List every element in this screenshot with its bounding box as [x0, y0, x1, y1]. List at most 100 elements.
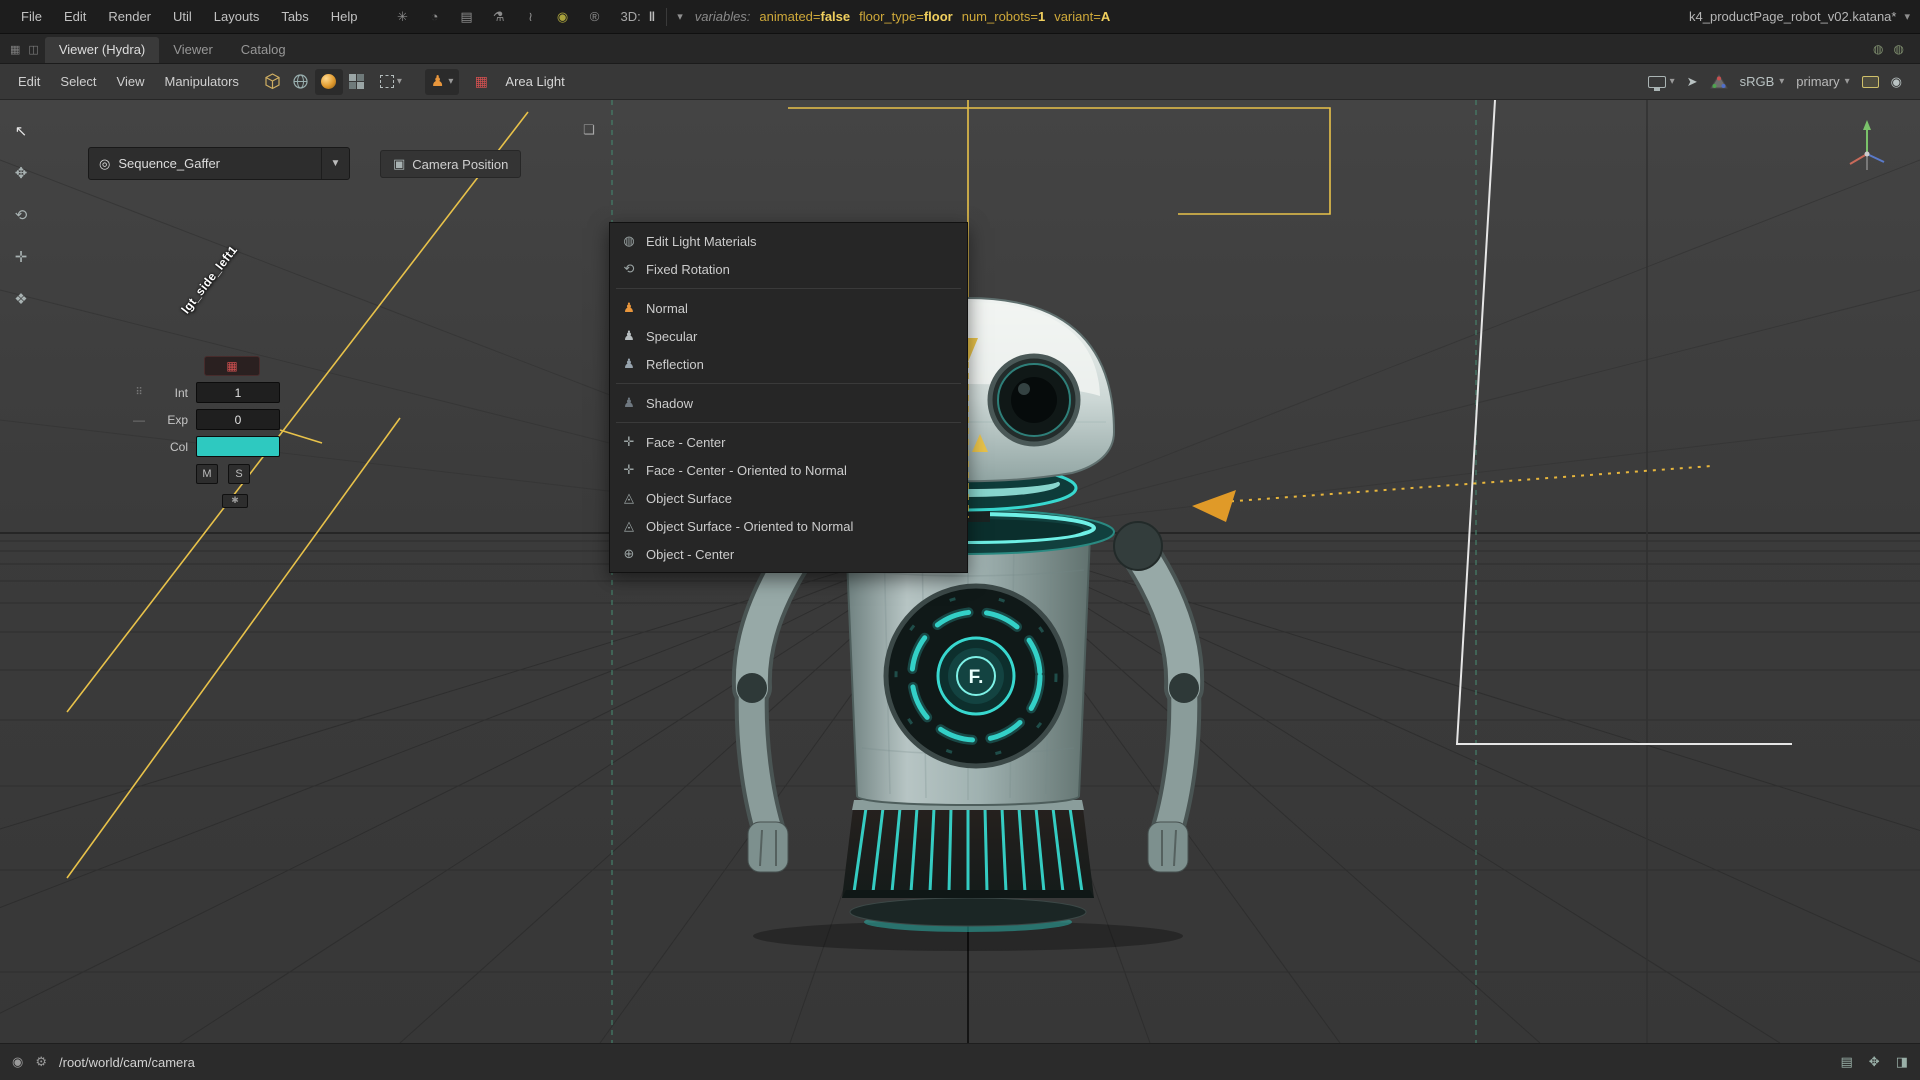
viewer-menu-view[interactable]: View	[107, 64, 155, 100]
pan-icon[interactable]: ✥	[1869, 1054, 1880, 1070]
intensity-field[interactable]: 1	[196, 382, 280, 403]
light-type-button[interactable]: ▦	[204, 355, 260, 376]
view-select[interactable]: primary ▾	[1796, 74, 1849, 89]
viewport-3d[interactable]: F. ◎ Sequence_Gaffer ▼ ▣ Camera Position…	[0, 100, 1920, 1043]
menu-item-shadow[interactable]: ♟ Shadow	[610, 389, 967, 417]
intensity-label: Int	[174, 385, 188, 400]
pane-circle-icon[interactable]: ◍	[1873, 42, 1883, 56]
chevron-down-icon: ▾	[448, 76, 454, 87]
exposure-label: Exp	[167, 412, 188, 427]
light-person-icon: ♟	[430, 73, 445, 90]
loupe-icon[interactable]: ◉	[1891, 74, 1902, 90]
menu-util[interactable]: Util	[162, 0, 203, 34]
menu-item-fixed-rotation[interactable]: ⟲ Fixed Rotation	[610, 255, 967, 283]
gaffer-source-icon: ◎	[99, 155, 111, 171]
rotate-tool-button[interactable]: ⟲	[6, 200, 36, 230]
shaded-cube-icon[interactable]	[259, 69, 287, 95]
menu-tabs[interactable]: Tabs	[270, 0, 319, 34]
probe-icon[interactable]: ≀	[523, 9, 539, 25]
tab-viewer[interactable]: Viewer	[159, 37, 227, 63]
translate-tool-button[interactable]: ✥	[6, 158, 36, 188]
chevron-down-icon[interactable]: ▼	[321, 148, 349, 179]
variable-num-robots[interactable]: num_robots=1	[962, 9, 1045, 24]
solo-button[interactable]: S	[228, 463, 250, 484]
menu-item-object-center[interactable]: ⊕ Object - Center	[610, 540, 967, 568]
mute-button[interactable]: M	[196, 463, 218, 484]
gaffer-source-name: Sequence_Gaffer	[118, 156, 221, 171]
menu-item-face-center[interactable]: ✛ Face - Center	[610, 428, 967, 456]
display-mode-button[interactable]: ▾	[1647, 75, 1675, 91]
light-manipulator-button[interactable]: ♟ ▾	[424, 68, 460, 95]
axis-gizmo[interactable]	[1832, 112, 1902, 182]
area-light-icon: ▦	[474, 73, 489, 89]
camera-position-button[interactable]: ▣ Camera Position	[380, 150, 522, 178]
area-light-label: Area Light	[505, 74, 565, 89]
drag-handle-icon[interactable]: ⠿	[128, 387, 150, 398]
color-swatch[interactable]	[196, 436, 280, 457]
camera-path[interactable]: /root/world/cam/camera	[59, 1055, 195, 1070]
menu-item-face-center-oriented[interactable]: ✛ Face - Center - Oriented to Normal	[610, 456, 967, 484]
pane-grid-icon[interactable]: ▦	[10, 43, 20, 56]
light-normal-icon: ♟	[623, 300, 635, 315]
chevron-down-icon[interactable]: ▾	[677, 10, 683, 23]
tab-viewer-hydra[interactable]: Viewer (Hydra)	[44, 37, 160, 63]
menu-file[interactable]: File	[10, 0, 53, 34]
pane-circle-icon[interactable]: ◍	[1894, 42, 1904, 56]
flask-icon[interactable]: ⚗	[491, 9, 507, 25]
chevron-down-icon: ▾	[1669, 76, 1675, 87]
screen-icon[interactable]	[1861, 75, 1879, 88]
tab-catalog[interactable]: Catalog	[227, 37, 300, 63]
globe-glyph	[293, 74, 309, 89]
lit-sphere-icon[interactable]	[314, 68, 343, 95]
variable-variant[interactable]: variant=A	[1054, 9, 1110, 24]
quad-glyph	[349, 74, 365, 89]
exposure-field[interactable]: 0	[196, 409, 280, 430]
menu-item-normal[interactable]: ♟ Normal	[610, 294, 967, 322]
exposure-icon[interactable]: ◔	[427, 9, 443, 24]
viewer-menu-manipulators[interactable]: Manipulators	[155, 64, 249, 100]
object-center-icon: ⊕	[623, 546, 635, 561]
visibility-eye-icon[interactable]: ◉	[12, 1054, 23, 1070]
collapse-icon[interactable]: —	[128, 413, 150, 427]
menu-layouts[interactable]: Layouts	[203, 0, 271, 34]
favorite-button[interactable]: ✱	[222, 493, 248, 508]
project-title[interactable]: k4_productPage_robot_v02.katana* ▾	[1689, 9, 1910, 24]
marquee-render-button[interactable]: ▾	[371, 69, 411, 95]
menu-help[interactable]: Help	[320, 0, 369, 34]
cube-glyph	[265, 73, 281, 90]
quad-view-icon[interactable]	[343, 69, 371, 95]
select-tool-button[interactable]: ↖	[6, 116, 36, 146]
menu-item-edit-light-materials[interactable]: ◍ Edit Light Materials	[610, 227, 967, 255]
pivot-tool-button[interactable]: ❖	[6, 284, 36, 314]
menu-item-object-surface[interactable]: ◬ Object Surface	[610, 484, 967, 512]
light-reflection-icon: ♟	[623, 356, 635, 371]
scale-tool-button[interactable]: ✛	[6, 242, 36, 272]
link-icon[interactable]: ❏	[583, 122, 595, 138]
colorspace-select[interactable]: sRGB ▾	[1740, 74, 1785, 89]
variable-animated[interactable]: animated=false	[759, 9, 850, 24]
settings-icon[interactable]: ✳	[395, 9, 411, 25]
globe-icon[interactable]	[287, 69, 315, 95]
face-center-oriented-icon: ✛	[623, 462, 635, 477]
menu-item-reflection[interactable]: ♟ Reflection	[610, 350, 967, 378]
menu-item-object-surface-oriented[interactable]: ◬ Object Surface - Oriented to Normal	[610, 512, 967, 540]
pause-icon[interactable]: ‖	[649, 9, 656, 24]
camera-lock-icon[interactable]: ◨	[1896, 1054, 1908, 1070]
variable-floor-type[interactable]: floor_type=floor	[859, 9, 953, 24]
pane-split-icon[interactable]: ◫	[28, 43, 38, 56]
viewer-menu-edit[interactable]: Edit	[8, 64, 50, 100]
gear-icon[interactable]: ⚙	[35, 1054, 47, 1070]
viewer-menu-select[interactable]: Select	[50, 64, 106, 100]
menu-item-specular[interactable]: ♟ Specular	[610, 322, 967, 350]
gaffer-source-select[interactable]: ◎ Sequence_Gaffer ▼	[88, 147, 350, 180]
snapshot-icon[interactable]: ▤	[1841, 1054, 1853, 1070]
rgb-triangle-icon[interactable]	[1709, 73, 1728, 90]
pointer-flag-icon[interactable]: ➤	[1687, 74, 1698, 90]
menu-edit[interactable]: Edit	[53, 0, 97, 34]
chevron-down-icon[interactable]: ▾	[1904, 10, 1910, 23]
object-surface-icon: ◬	[624, 490, 634, 505]
monitor-icon	[1647, 75, 1666, 91]
slate-icon[interactable]: ▤	[459, 9, 475, 25]
record-icon[interactable]: ◉	[555, 9, 571, 25]
menu-render[interactable]: Render	[97, 0, 162, 34]
